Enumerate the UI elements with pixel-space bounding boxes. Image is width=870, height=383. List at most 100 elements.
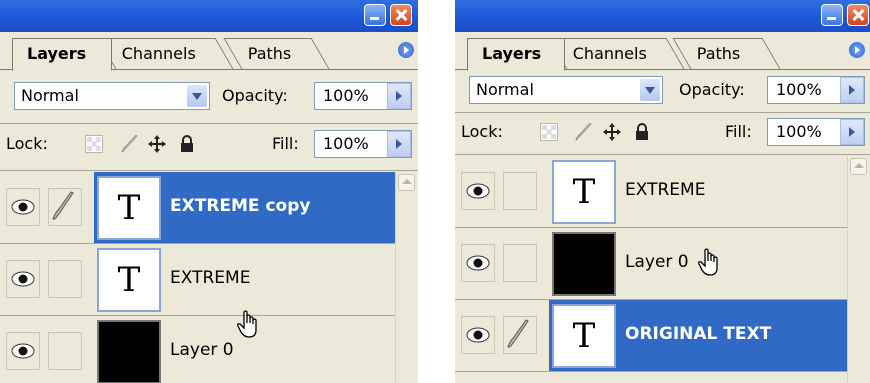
eye-icon (11, 199, 35, 215)
scroll-up-icon[interactable] (398, 174, 415, 191)
tab-channels[interactable]: Channels (548, 38, 685, 70)
link-toggle[interactable] (48, 188, 82, 226)
opacity-field[interactable]: 100% (767, 76, 865, 104)
layer-row[interactable]: Layer 0 (0, 316, 418, 383)
divider (455, 112, 870, 113)
lock-transparency-icon[interactable] (540, 123, 558, 141)
link-toggle[interactable] (503, 172, 537, 210)
title-bar (455, 0, 870, 32)
opacity-label: Opacity: (679, 80, 745, 99)
layer-thumbnail: T (97, 176, 161, 240)
link-toggle[interactable] (48, 332, 82, 370)
layer-name: EXTREME (170, 268, 251, 288)
hand-cursor-icon (237, 310, 257, 338)
chevron-down-icon[interactable] (640, 79, 660, 101)
lock-move-icon[interactable] (148, 135, 166, 153)
layer-row[interactable]: EXTREME T (0, 244, 418, 316)
layers-panel-left: Paths Channels Layers Normal Opacity: 10… (0, 0, 418, 383)
brush-icon (52, 191, 74, 220)
tab-paths[interactable]: Paths (672, 38, 781, 70)
close-button[interactable] (847, 4, 869, 26)
eye-icon (11, 271, 35, 287)
divider (455, 154, 870, 155)
lock-row: Lock: Fill: 100% (455, 118, 870, 148)
scrollbar[interactable] (847, 156, 870, 383)
layer-thumbnail: T (552, 304, 616, 368)
fill-value: 100% (323, 134, 369, 153)
panel-menu-button[interactable] (398, 42, 414, 58)
opacity-arrow-icon[interactable] (387, 83, 411, 109)
layer-name: ORIGINAL TEXT (625, 324, 772, 344)
layer-name: EXTREME (625, 180, 706, 200)
link-toggle[interactable] (503, 244, 537, 282)
lock-row: Lock: Fill: 100% (0, 130, 418, 160)
blend-mode-select[interactable]: Normal (14, 82, 210, 110)
lock-transparency-icon[interactable] (85, 135, 103, 153)
fill-field[interactable]: 100% (314, 130, 412, 158)
link-toggle[interactable] (503, 316, 537, 354)
layer-name: EXTREME copy (170, 196, 311, 216)
title-bar (0, 0, 418, 32)
visibility-toggle[interactable] (461, 244, 495, 282)
panel-tabs: Paths Channels Layers (0, 32, 418, 71)
lock-brush-icon[interactable] (121, 135, 139, 153)
blend-row: Normal Opacity: 100% (0, 82, 418, 112)
brush-icon (507, 319, 529, 348)
layer-row[interactable]: EXTREME copy T (0, 172, 418, 244)
opacity-field[interactable]: 100% (314, 82, 412, 110)
chevron-down-icon[interactable] (187, 85, 207, 107)
fill-label: Fill: (272, 134, 299, 153)
layers-list: EXTREME copy T EXTREME T Layer 0 (0, 172, 418, 383)
minimize-button[interactable] (364, 4, 386, 26)
tab-layers[interactable]: Layers (12, 38, 112, 71)
lock-all-icon[interactable] (178, 135, 196, 153)
layer-thumbnail (552, 232, 616, 296)
visibility-toggle[interactable] (461, 316, 495, 354)
eye-icon (11, 343, 35, 359)
layer-row[interactable]: EXTREME T (455, 156, 870, 228)
fill-arrow-icon[interactable] (840, 119, 864, 145)
opacity-label: Opacity: (222, 86, 288, 105)
layers-panel-right: Paths Channels Layers Normal Opacity: 10… (455, 0, 870, 383)
opacity-value: 100% (323, 86, 369, 105)
layer-row[interactable]: ORIGINAL TEXT T (455, 300, 870, 372)
fill-arrow-icon[interactable] (387, 131, 411, 157)
hand-cursor-icon (698, 248, 718, 276)
tab-layers[interactable]: Layers (467, 38, 565, 71)
scroll-up-icon[interactable] (850, 158, 867, 175)
minimize-button[interactable] (821, 4, 843, 26)
fill-value: 100% (776, 122, 822, 141)
blend-mode-value: Normal (476, 80, 534, 99)
layer-thumbnail: T (97, 248, 161, 312)
visibility-toggle[interactable] (461, 172, 495, 210)
opacity-value: 100% (776, 80, 822, 99)
panel-tabs: Paths Channels Layers (455, 32, 870, 71)
link-toggle[interactable] (48, 260, 82, 298)
panel-menu-button[interactable] (849, 42, 865, 58)
lock-move-icon[interactable] (603, 123, 621, 141)
eye-icon (466, 327, 490, 343)
visibility-toggle[interactable] (6, 188, 40, 226)
blend-row: Normal Opacity: 100% (455, 76, 870, 106)
lock-brush-icon[interactable] (575, 123, 593, 141)
tab-channels[interactable]: Channels (97, 38, 235, 70)
blend-mode-select[interactable]: Normal (469, 76, 663, 104)
tab-paths[interactable]: Paths (223, 38, 330, 70)
close-button[interactable] (390, 4, 412, 26)
fill-field[interactable]: 100% (767, 118, 865, 146)
lock-label: Lock: (461, 122, 503, 141)
blend-mode-value: Normal (21, 86, 79, 105)
layer-name: Layer 0 (170, 340, 234, 360)
layer-thumbnail: T (552, 160, 616, 224)
visibility-toggle[interactable] (6, 332, 40, 370)
scrollbar[interactable] (395, 172, 418, 383)
opacity-arrow-icon[interactable] (840, 77, 864, 103)
visibility-toggle[interactable] (6, 260, 40, 298)
eye-icon (466, 183, 490, 199)
fill-label: Fill: (725, 122, 752, 141)
layer-thumbnail (97, 320, 161, 383)
lock-all-icon[interactable] (633, 123, 651, 141)
eye-icon (466, 255, 490, 271)
layer-row[interactable]: Layer 0 (455, 228, 870, 300)
layer-name: Layer 0 (625, 252, 689, 272)
